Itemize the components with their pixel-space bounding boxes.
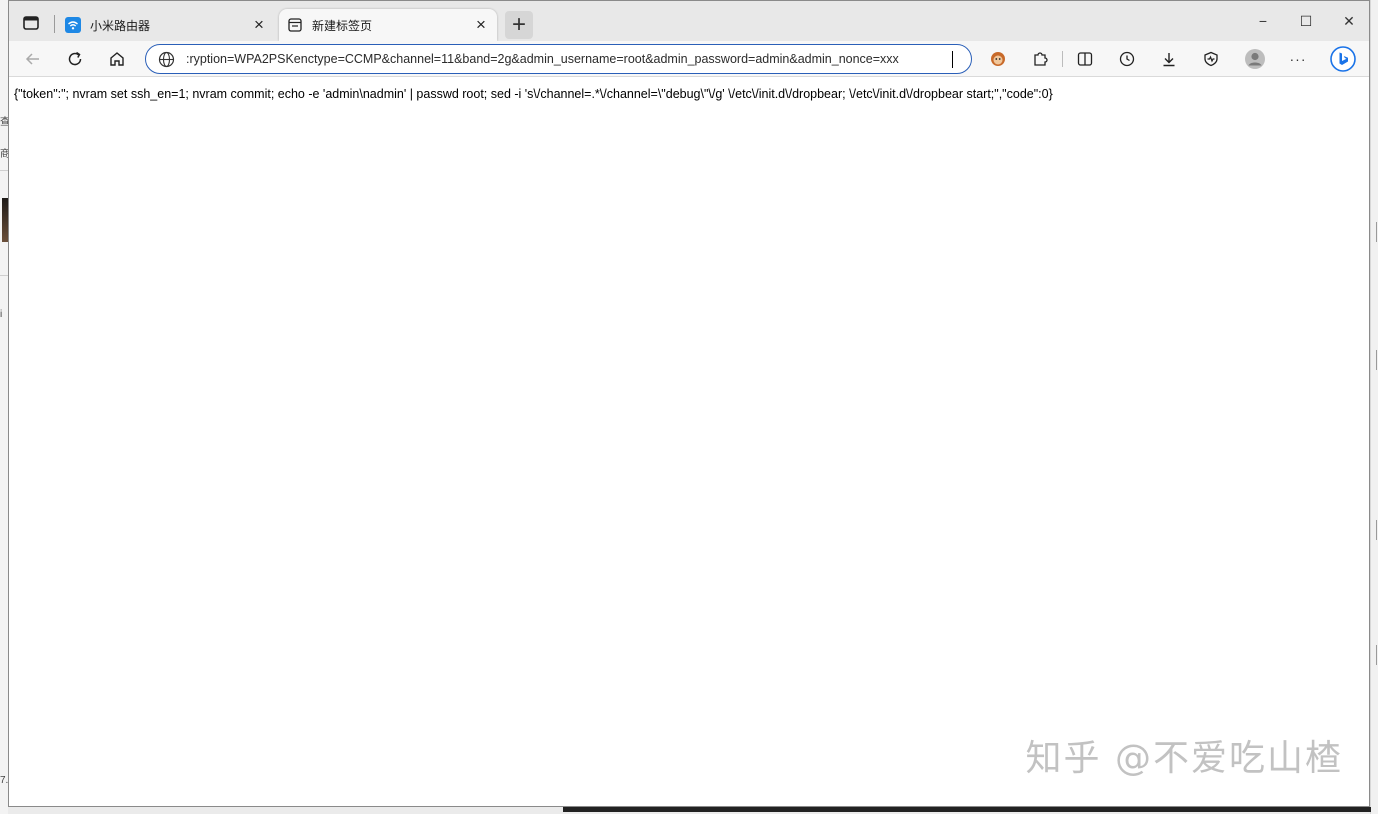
minimize-button[interactable]: −: [1241, 9, 1285, 33]
text-caret: [952, 50, 953, 68]
background-scroll-edge: [1370, 0, 1378, 814]
title-bar: 小米路由器 × 新建标签页 × + − ☐ ✕: [9, 1, 1369, 41]
profile-button[interactable]: [1241, 45, 1269, 73]
split-screen-button[interactable]: [1071, 45, 1099, 73]
minimize-icon: −: [1258, 13, 1268, 29]
close-icon: ✕: [1343, 12, 1355, 29]
puzzle-icon: [1034, 52, 1048, 66]
monkey-extension-icon: [991, 52, 1005, 66]
download-icon: [1163, 53, 1175, 67]
downloads-button[interactable]: [1155, 45, 1183, 73]
extensions-button[interactable]: [1026, 45, 1054, 73]
globe-icon: [146, 51, 186, 68]
address-bar[interactable]: :ryption=WPA2PSKenctype=CCMP&channel=11&…: [145, 44, 972, 74]
home-icon: [110, 52, 124, 66]
tab-title: 新建标签页: [312, 18, 373, 33]
close-tab-icon[interactable]: ×: [251, 15, 267, 34]
heartbeat-shield-icon: [1204, 51, 1218, 67]
url-text[interactable]: :ryption=WPA2PSKenctype=CCMP&channel=11&…: [186, 52, 951, 66]
tab-actions-icon: [23, 16, 39, 30]
extension-monkey-button[interactable]: [984, 45, 1012, 73]
navigation-toolbar: :ryption=WPA2PSKenctype=CCMP&channel=11&…: [9, 41, 1369, 77]
avatar-icon: [1245, 49, 1265, 69]
json-response-text: {"token":"; nvram set ssh_en=1; nvram co…: [14, 87, 1053, 101]
plus-icon: +: [511, 11, 526, 38]
history-button[interactable]: [1113, 45, 1141, 73]
more-button[interactable]: ···: [1284, 45, 1312, 73]
page-content: {"token":"; nvram set ssh_en=1; nvram co…: [9, 77, 1369, 806]
back-button[interactable]: [19, 45, 47, 73]
refresh-icon: [68, 51, 82, 66]
tab-xiaomi-router[interactable]: 小米路由器 ×: [57, 9, 275, 41]
browser-window: 小米路由器 × 新建标签页 × + − ☐ ✕:ryption=WPA2PSK…: [8, 0, 1370, 807]
wifi-icon: [65, 17, 81, 33]
close-tab-icon[interactable]: ×: [473, 15, 489, 34]
taskbar-edge: [8, 807, 1371, 814]
tab-title: 小米路由器: [90, 18, 151, 33]
background-glyph: i: [0, 309, 3, 320]
background-glyph: 商: [0, 149, 8, 160]
more-icon: ···: [1289, 51, 1307, 67]
split-screen-icon: [1077, 52, 1093, 66]
tab-new-tab[interactable]: 新建标签页 ×: [279, 9, 497, 41]
bing-icon: [1330, 46, 1356, 72]
newtab-page-icon: [287, 17, 303, 33]
home-button[interactable]: [103, 45, 131, 73]
divider: [54, 15, 55, 33]
background-window-edge: 查 商 i 7.: [0, 0, 8, 814]
browser-essentials-button[interactable]: [1197, 45, 1225, 73]
close-window-button[interactable]: ✕: [1327, 9, 1371, 33]
maximize-icon: ☐: [1299, 12, 1313, 29]
copilot-button[interactable]: [1329, 45, 1357, 73]
tab-actions-button[interactable]: [17, 11, 45, 35]
watermark: 知乎 @不爱吃山楂: [1025, 738, 1343, 779]
new-tab-button[interactable]: +: [505, 11, 533, 39]
maximize-button[interactable]: ☐: [1284, 9, 1328, 33]
divider: [1062, 51, 1063, 67]
history-icon: [1119, 51, 1135, 67]
refresh-button[interactable]: [61, 45, 89, 73]
background-glyph: 查: [0, 117, 8, 128]
background-glyph: 7.: [0, 775, 8, 786]
back-arrow-icon: [25, 53, 39, 65]
